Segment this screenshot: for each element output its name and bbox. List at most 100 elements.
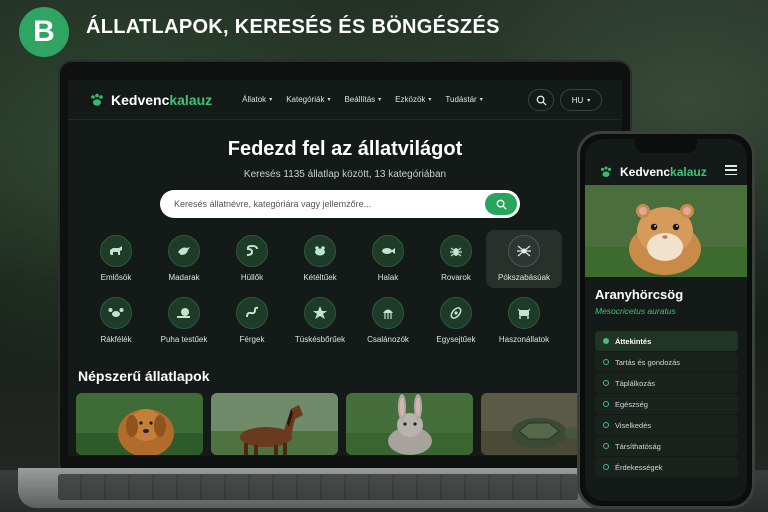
category-label: Haszonállatok	[498, 335, 550, 344]
mobile-brand-name: Kedvenckalauz	[620, 165, 707, 179]
snail-icon	[168, 297, 200, 329]
category-tuskesboruek[interactable]: Tüskésbőrűek	[282, 292, 358, 350]
top-navbar: Kedvenckalauz Állatok ▾ Kategóriák ▾ Beáll…	[68, 80, 622, 120]
category-rakfelek[interactable]: Rákfélék	[78, 292, 154, 350]
chevron-down-icon: ▾	[428, 97, 432, 103]
category-egysejtuek[interactable]: Egysejtűek	[418, 292, 494, 350]
search-button[interactable]	[485, 193, 517, 215]
phone-notch	[635, 139, 697, 153]
category-label: Férgek	[239, 335, 265, 344]
section-erdekessegek[interactable]: Érdekességek	[595, 457, 738, 477]
search-icon	[496, 199, 507, 210]
bullet-icon	[603, 380, 609, 386]
worm-icon	[236, 297, 268, 329]
section-viselkedes[interactable]: Viselkedés	[595, 415, 738, 435]
category-madarak[interactable]: Madarak	[146, 230, 222, 288]
category-label: Hüllők	[240, 273, 264, 282]
category-fergek[interactable]: Férgek	[214, 292, 290, 350]
animal-section-menu: Áttekintés Tartás és gondozás Táplálkozá…	[595, 331, 738, 478]
bullet-icon	[603, 401, 609, 407]
category-puha-testuek[interactable]: Puha testűek	[146, 292, 222, 350]
category-label: Halak	[377, 273, 399, 282]
category-label: Tüskésbőrűek	[294, 335, 346, 344]
category-label: Csalánozók	[367, 335, 409, 344]
category-label: Puha testűek	[160, 335, 208, 344]
popular-card-horse[interactable]	[211, 393, 338, 455]
language-selector[interactable]: HU ▾	[560, 89, 602, 111]
starfish-icon	[304, 297, 336, 329]
bullet-icon	[603, 359, 609, 365]
category-label: Kétéltűek	[303, 273, 337, 282]
mobile-brand-logo[interactable]: Kedvenckalauz	[597, 163, 707, 181]
dog-icon	[100, 235, 132, 267]
category-halak[interactable]: Halak	[350, 230, 426, 288]
section-tartas[interactable]: Tartás és gondozás	[595, 352, 738, 372]
nav-item-eszkozok[interactable]: Ezközök ▾	[395, 95, 431, 104]
main-title: ÁLLATLAPOK, KERESÉS ÉS BÖNGÉSZÉS	[86, 16, 500, 38]
spider-icon	[508, 235, 540, 267]
section-badge: B	[19, 7, 69, 57]
category-keteltuek[interactable]: Kétéltűek	[282, 230, 358, 288]
bullet-icon	[603, 422, 609, 428]
nav-search-button[interactable]	[528, 89, 554, 111]
bullet-icon	[603, 443, 609, 449]
category-label: Madarak	[168, 273, 200, 282]
chevron-down-icon: ▾	[327, 97, 331, 103]
mobile-screen: Kedvenckalauz Aranyhörcsög Mesocricetus …	[585, 139, 747, 501]
cow-icon	[508, 297, 540, 329]
category-label: Rovarok	[441, 273, 471, 282]
frog-icon	[304, 235, 336, 267]
search-input[interactable]	[174, 190, 474, 218]
nav-item-kategoriak[interactable]: Kategóriák ▾	[286, 95, 330, 104]
hamster-photo	[585, 185, 747, 277]
crab-icon	[100, 297, 132, 329]
search-icon	[536, 95, 547, 106]
paw-icon	[88, 91, 106, 109]
golden-retriever-photo	[76, 393, 203, 455]
bullet-icon	[603, 464, 609, 470]
category-rovarok[interactable]: Rovarok	[418, 230, 494, 288]
category-hullok[interactable]: Hüllők	[214, 230, 290, 288]
animal-name: Aranyhörcsög	[595, 287, 684, 302]
nav-item-beallitas[interactable]: Beállítás ▾	[344, 95, 381, 104]
bullet-icon	[603, 338, 609, 344]
category-label: Rákfélék	[100, 335, 132, 344]
hamster-image	[585, 185, 747, 277]
desktop-screen: Kedvenckalauz Állatok ▾ Kategóriák ▾ Beáll…	[68, 80, 622, 456]
section-attekintes[interactable]: Áttekintés	[595, 331, 738, 351]
laptop-keyboard	[18, 468, 618, 508]
jellyfish-icon	[372, 297, 404, 329]
bird-icon	[168, 235, 200, 267]
badge-letter: B	[33, 15, 55, 48]
chevron-down-icon: ▾	[378, 97, 382, 103]
paw-icon	[597, 163, 615, 181]
category-haszonallatok[interactable]: Haszonállatok	[486, 292, 562, 350]
chevron-down-icon: ▾	[479, 97, 483, 103]
chevron-down-icon: ▾	[269, 97, 273, 103]
hero-subtitle: Keresés 1135 állatlap között, 13 kategór…	[243, 169, 447, 180]
hamburger-menu-icon[interactable]	[725, 165, 737, 175]
section-taplalkozas[interactable]: Táplálkozás	[595, 373, 738, 393]
category-label: Pókszabásúak	[497, 273, 551, 282]
main-nav: Állatok ▾ Kategóriák ▾ Beállítás ▾ Ezközök ▾…	[242, 95, 497, 104]
section-egeszseg[interactable]: Egészség	[595, 394, 738, 414]
popular-card-rabbit[interactable]	[346, 393, 473, 455]
category-pokszabasuak[interactable]: Pókszabásúak	[486, 230, 562, 288]
horse-photo	[211, 393, 338, 455]
brand-name: Kedvenckalauz	[111, 91, 213, 108]
popular-section-title: Népszerű állatlapok	[78, 368, 210, 384]
section-tarsithatosag[interactable]: Társíthatóság	[595, 436, 738, 456]
animal-latin-name: Mesocricetus auratus	[595, 306, 676, 316]
category-csalanozok[interactable]: Csalánozók	[350, 292, 426, 350]
nav-item-tudastar[interactable]: Tudástár ▾	[445, 95, 482, 104]
insect-icon	[440, 235, 472, 267]
fish-icon	[372, 235, 404, 267]
search-bar	[160, 190, 520, 218]
nav-item-allatok[interactable]: Állatok ▾	[242, 95, 272, 104]
popular-card-dog[interactable]	[76, 393, 203, 455]
cell-icon	[440, 297, 472, 329]
category-emlosok[interactable]: Emlősök	[78, 230, 154, 288]
brand-logo[interactable]: Kedvenckalauz	[88, 91, 212, 109]
chevron-down-icon: ▾	[587, 97, 591, 104]
category-label: Emlősök	[100, 273, 132, 282]
